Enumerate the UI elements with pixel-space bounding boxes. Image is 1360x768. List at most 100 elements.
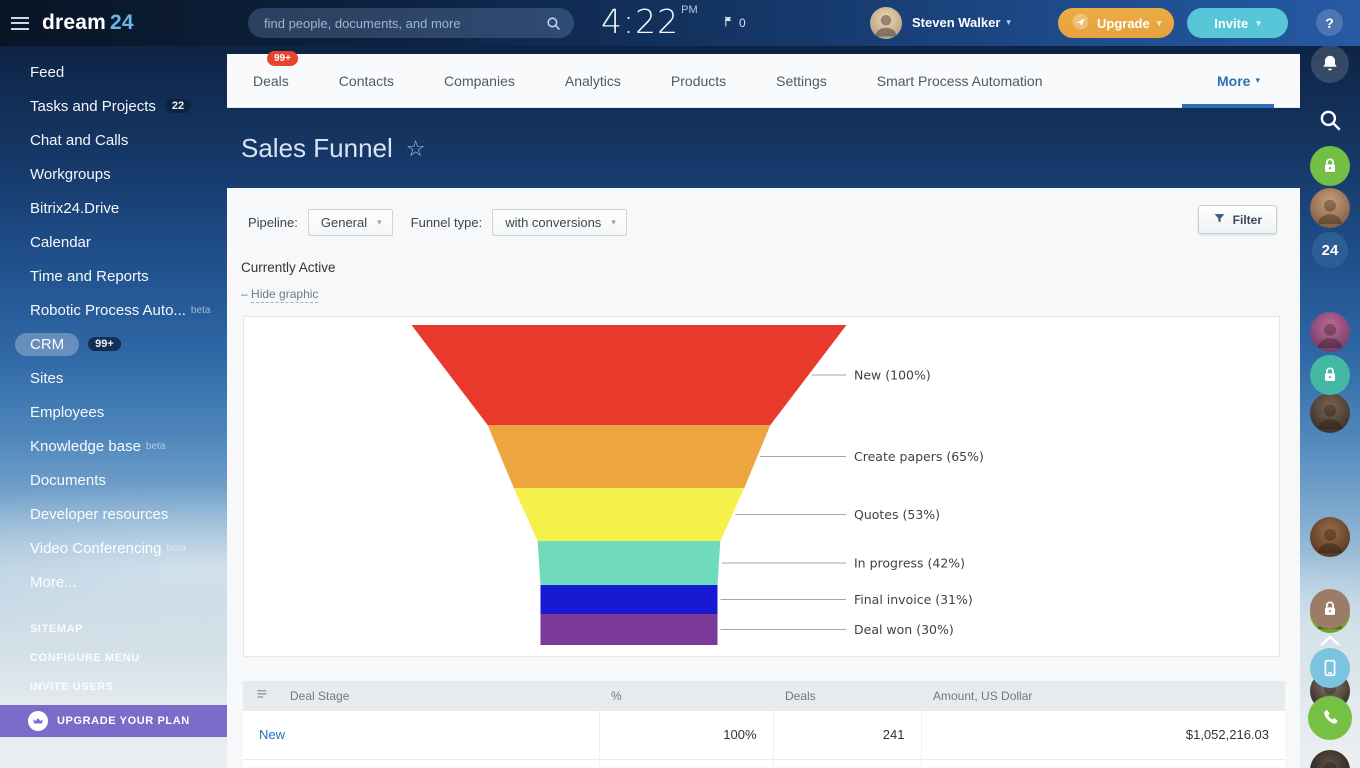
tab-more[interactable]: More ▾: [1217, 73, 1260, 89]
funnel-segment-new[interactable]: [412, 325, 847, 425]
user-avatar[interactable]: [870, 7, 902, 39]
table-row-partial: [243, 759, 1285, 767]
chevron-down-icon: ▾: [611, 217, 616, 228]
funnel-segment-quotes[interactable]: [514, 488, 745, 541]
avatar[interactable]: [1310, 750, 1350, 768]
avatar[interactable]: [1310, 312, 1350, 352]
sidebar-item-bitrix24-drive[interactable]: Bitrix24.Drive: [0, 191, 227, 225]
flag-count: 0: [739, 16, 746, 30]
column-header-deals[interactable]: Deals: [773, 681, 921, 711]
chevron-down-icon: ▾: [377, 217, 382, 228]
deal-stage-link[interactable]: New: [259, 727, 285, 742]
hamburger-menu-icon[interactable]: [11, 17, 29, 30]
app-logo[interactable]: dream24: [42, 11, 134, 35]
deal-stage-table: Deal Stage%DealsAmount, US Dollar New100…: [243, 681, 1285, 767]
funnel-label: Final invoice (31%): [854, 592, 973, 607]
sidebar-item-knowledge-base[interactable]: Knowledge basebeta: [0, 429, 227, 463]
sidebar-item-label: Time and Reports: [30, 268, 149, 285]
tab-deals[interactable]: 99+Deals: [253, 73, 289, 89]
empty-cell: [243, 759, 599, 767]
clock[interactable]: 4:22PM: [601, 2, 698, 41]
column-header-[interactable]: %: [599, 681, 773, 711]
upgrade-your-plan-button[interactable]: UPGRADE YOUR PLAN: [0, 705, 227, 737]
sidebar-item-chat-and-calls[interactable]: Chat and Calls: [0, 123, 227, 157]
tab-products[interactable]: Products: [671, 73, 726, 89]
user-menu[interactable]: Steven Walker▾: [912, 15, 1011, 30]
tab-label: Deals: [253, 73, 289, 89]
sidebar-item-more[interactable]: More...: [0, 565, 227, 599]
sidebar-item-robotic-process-auto[interactable]: Robotic Process Auto...beta: [0, 293, 227, 327]
sidebar-item-workgroups[interactable]: Workgroups: [0, 157, 227, 191]
funnel-chart: New (100%)Create papers (65%)Quotes (53%…: [244, 317, 1279, 656]
upgrade-button[interactable]: Upgrade ▾: [1058, 8, 1174, 38]
funnel-segment-create-papers[interactable]: [488, 425, 771, 488]
rocket-icon: [1071, 12, 1090, 34]
sidebar-item-label: Tasks and Projects: [30, 98, 156, 115]
invite-button[interactable]: Invite ▾: [1187, 8, 1288, 38]
sidebar-item-label: Calendar: [30, 234, 91, 251]
empty-cell: [599, 759, 773, 767]
tab-settings[interactable]: Settings: [776, 73, 827, 89]
tab-analytics[interactable]: Analytics: [565, 73, 621, 89]
sidebar-item-label: Workgroups: [30, 166, 111, 183]
search-icon[interactable]: [545, 15, 562, 32]
avatar[interactable]: [1310, 393, 1350, 433]
hide-graphic-link[interactable]: – Hide graphic: [241, 287, 318, 301]
tab-label: Contacts: [339, 73, 394, 89]
sidebar-item-crm[interactable]: CRM99+: [0, 327, 227, 361]
sidebar-item-developer-resources[interactable]: Developer resources: [0, 497, 227, 531]
pipeline-select[interactable]: General ▾: [308, 209, 393, 236]
deal-stage-cell: New: [243, 711, 599, 759]
top-bar: dream24 4:22PM 0 Steven Walker▾ Upgrade …: [0, 0, 1360, 46]
sidebar-link-configure-menu[interactable]: CONFIGURE MENU: [0, 643, 227, 672]
mobile-icon[interactable]: [1310, 648, 1350, 688]
sidebar-item-tasks-and-projects[interactable]: Tasks and Projects22: [0, 89, 227, 123]
sidebar-item-sites[interactable]: Sites: [0, 361, 227, 395]
sidebar-item-documents[interactable]: Documents: [0, 463, 227, 497]
sidebar-item-label: Video Conferencing: [30, 540, 161, 557]
sidebar-item-video-conferencing[interactable]: Video Conferencingbeta: [0, 531, 227, 565]
right-rail: 24: [1300, 0, 1360, 768]
flag-icon: [722, 15, 735, 31]
search-icon[interactable]: [1315, 105, 1345, 135]
chevron-down-icon: ▾: [1157, 18, 1162, 29]
lock-icon[interactable]: [1310, 589, 1350, 629]
pipeline-label: Pipeline:: [248, 215, 298, 230]
sidebar-link-invite-users[interactable]: INVITE USERS: [0, 672, 227, 701]
badge-24[interactable]: 24: [1312, 232, 1348, 268]
avatar[interactable]: [1310, 188, 1350, 228]
bell-icon[interactable]: [1311, 45, 1349, 83]
tab-contacts[interactable]: Contacts: [339, 73, 394, 89]
sidebar-item-time-and-reports[interactable]: Time and Reports: [0, 259, 227, 293]
main-content: Pipeline: General ▾ Funnel type: with co…: [227, 188, 1300, 768]
lock-icon[interactable]: [1310, 146, 1350, 186]
sidebar-item-employees[interactable]: Employees: [0, 395, 227, 429]
page-title: Sales Funnel: [241, 133, 393, 164]
help-icon[interactable]: ?: [1316, 9, 1343, 36]
tab-label: Products: [671, 73, 726, 89]
funnel-label: Quotes (53%): [854, 507, 940, 522]
list-menu-icon[interactable]: [255, 687, 270, 705]
phone-icon[interactable]: [1308, 696, 1352, 740]
global-search[interactable]: [248, 8, 574, 38]
amount-cell: $1,052,216.03: [921, 711, 1285, 759]
sidebar-link-sitemap[interactable]: SITEMAP: [0, 614, 227, 643]
search-input[interactable]: [248, 16, 545, 31]
tab-companies[interactable]: Companies: [444, 73, 515, 89]
funnel-type-select[interactable]: with conversions ▾: [492, 209, 627, 236]
funnel-segment-final-invoice[interactable]: [541, 585, 718, 614]
tab-smart-process-automation[interactable]: Smart Process Automation: [877, 73, 1043, 89]
column-header-deal-stage[interactable]: Deal Stage: [243, 681, 599, 711]
column-header-amount-us-dollar[interactable]: Amount, US Dollar: [921, 681, 1285, 711]
beta-tag: beta: [146, 441, 165, 452]
funnel-segment-deal-won[interactable]: [541, 614, 718, 645]
funnel-segment-in-progress[interactable]: [538, 541, 721, 585]
notification-flag[interactable]: 0: [722, 15, 746, 31]
avatar[interactable]: [1310, 517, 1350, 557]
funnel-icon: [1213, 212, 1226, 228]
filter-button[interactable]: Filter: [1198, 205, 1277, 234]
lock-icon[interactable]: [1310, 355, 1350, 395]
sidebar-item-calendar[interactable]: Calendar: [0, 225, 227, 259]
sidebar-item-feed[interactable]: Feed: [0, 55, 227, 89]
star-icon[interactable]: ☆: [406, 136, 426, 162]
